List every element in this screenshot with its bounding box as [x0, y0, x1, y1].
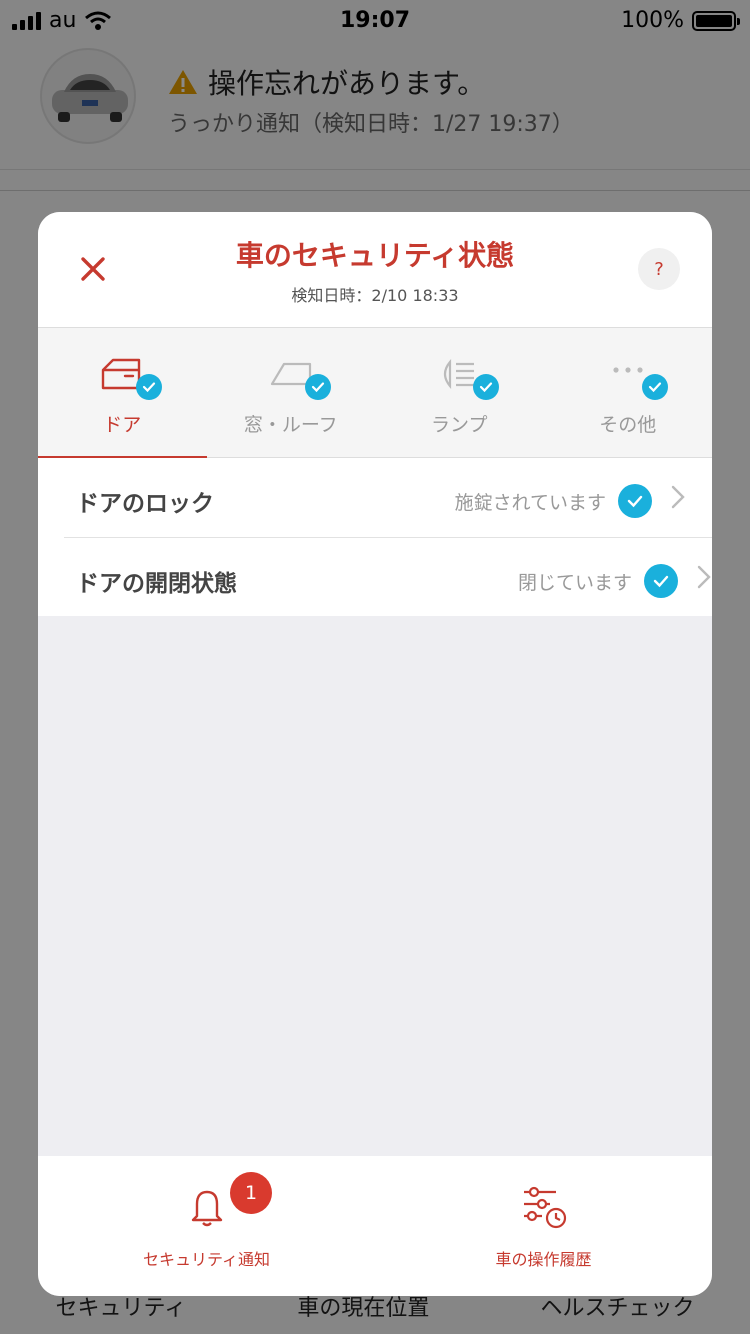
modal-title: 車のセキュリティ状態 — [235, 239, 515, 272]
status-list: ドアのロック 施錠されています ドアの開閉状態 閉じています — [38, 458, 712, 616]
category-tabs: ドア 窓・ルーフ ランプ その他 — [38, 328, 713, 459]
help-button[interactable]: ? — [638, 248, 680, 290]
row-label: ドアの開閉状態 — [76, 571, 237, 597]
modal-footer: 1 セキュリティ通知 車の操作履歴 — [38, 1156, 712, 1296]
list-item-door-open-state[interactable]: ドアの開閉状態 閉じています — [64, 537, 712, 616]
notification-badge: 1 — [230, 1172, 272, 1214]
security-status-modal: 車のセキュリティ状態 検知日時：2/10 18:33 ? ドア 窓・ルーフ ラン… — [38, 212, 712, 1296]
detection-datetime: 検知日時：2/10 18:33 — [291, 286, 459, 305]
check-icon — [618, 484, 652, 518]
history-icon — [523, 1186, 566, 1229]
bell-icon — [191, 1190, 222, 1227]
tab-window-check-icon — [304, 374, 331, 400]
row-status: 閉じています — [517, 572, 632, 594]
tab-door-check-icon — [136, 374, 163, 400]
tab-other[interactable]: その他 — [544, 328, 713, 458]
modal-header: 車のセキュリティ状態 検知日時：2/10 18:33 ? — [38, 212, 712, 328]
operation-history-label: 車の操作履歴 — [495, 1250, 592, 1269]
help-icon: ? — [654, 258, 664, 280]
operation-history-button[interactable]: 車の操作履歴 — [375, 1156, 712, 1296]
tab-lamp[interactable]: ランプ — [375, 328, 544, 458]
list-item-door-lock[interactable]: ドアのロック 施錠されています — [38, 458, 712, 537]
row-status: 施錠されています — [454, 492, 606, 514]
row-label: ドアのロック — [76, 491, 214, 517]
chevron-right-icon — [697, 565, 711, 589]
tab-door-label: ドア — [103, 414, 142, 436]
security-notification-label: セキュリティ通知 — [142, 1250, 271, 1269]
tab-window-roof[interactable]: 窓・ルーフ — [207, 328, 376, 458]
tab-window-roof-label: 窓・ルーフ — [243, 414, 338, 436]
tab-lamp-label: ランプ — [431, 414, 488, 436]
tab-door[interactable]: ドア — [38, 328, 207, 459]
tab-other-check-icon — [641, 374, 668, 400]
security-notification-button[interactable]: 1 セキュリティ通知 — [38, 1156, 375, 1296]
tab-lamp-check-icon — [473, 374, 500, 400]
chevron-right-icon — [671, 485, 685, 509]
tab-other-label: その他 — [599, 414, 657, 436]
check-icon — [644, 564, 678, 598]
